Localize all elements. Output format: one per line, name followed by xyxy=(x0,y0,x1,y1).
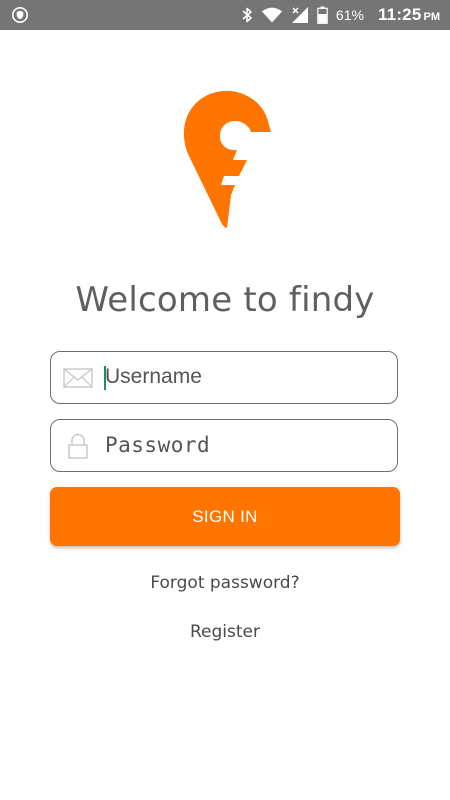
envelope-icon xyxy=(63,365,93,391)
status-bar: 61% 11:25 PM xyxy=(0,0,450,30)
battery-icon xyxy=(317,6,328,24)
lock-icon xyxy=(63,433,93,459)
battery-percent: 61% xyxy=(335,7,364,23)
clock-ampm: PM xyxy=(423,11,441,23)
wifi-icon xyxy=(261,7,283,23)
sign-in-button[interactable]: SIGN IN xyxy=(50,487,400,546)
findy-logo-icon xyxy=(175,88,275,233)
signal-icon xyxy=(291,6,309,24)
forgot-password-link[interactable]: Forgot password? xyxy=(0,573,450,593)
password-placeholder: Password xyxy=(105,433,211,457)
clock-time: 11:25 xyxy=(377,5,422,24)
password-field[interactable]: Password xyxy=(50,419,398,472)
page-title: Welcome to findy xyxy=(75,280,375,320)
shield-icon xyxy=(12,7,28,23)
clock: 11:25 PM xyxy=(378,5,440,25)
username-placeholder: Username xyxy=(105,365,202,388)
register-link[interactable]: Register xyxy=(0,622,450,642)
bluetooth-icon xyxy=(241,6,253,24)
username-field[interactable]: Username xyxy=(50,351,398,404)
